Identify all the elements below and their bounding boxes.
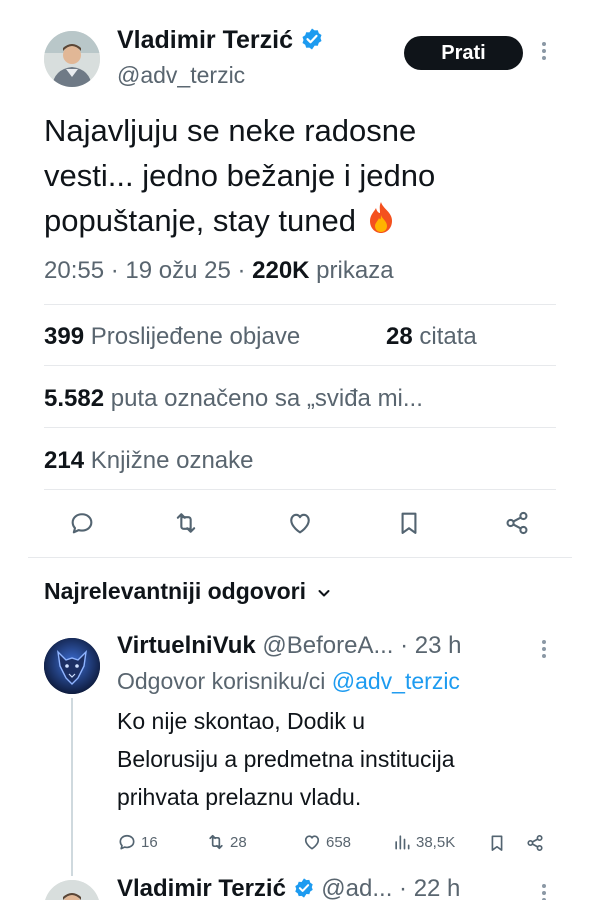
tweet-text-line: Najavljuju se neke radosne: [44, 113, 417, 148]
reply-thread-line: [71, 698, 73, 876]
replying-prefix: Odgovor korisniku/ci: [117, 668, 332, 694]
author-name-row[interactable]: Vladimir Terzić: [117, 24, 324, 56]
next-reply-handle-time[interactable]: @ad... · 22 h: [321, 875, 460, 900]
reposts-label: Proslijeđene objave: [84, 323, 301, 350]
likes-count: 5.582: [44, 385, 105, 412]
reply-bookmark-button[interactable]: [486, 832, 508, 854]
verified-badge-icon: [294, 878, 313, 898]
replying-to: Odgovor korisniku/ci @adv_terzic: [117, 666, 460, 696]
bookmark-icon: [491, 835, 503, 851]
tweet-text-line-3: popuštanje, stay tuned: [44, 198, 435, 246]
replying-handle-link[interactable]: @adv_terzic: [332, 668, 460, 694]
views-label: prikaza: [309, 257, 394, 284]
reply-button[interactable]: [66, 507, 98, 539]
reply-repost-button[interactable]: 28: [206, 832, 247, 852]
next-reply-more-options-icon[interactable]: [541, 884, 547, 900]
reply-handle-time[interactable]: @BeforeA... · 23 h: [262, 632, 461, 659]
reply-icon: [119, 834, 135, 850]
tweet-text-line: vesti... jedno bežanje i jedno: [44, 158, 436, 193]
person-avatar-icon: [44, 880, 100, 900]
verified-badge-icon: [302, 28, 322, 50]
reply-icon: [71, 513, 93, 534]
replies-sort-label: Najrelevantniji odgovori: [44, 578, 306, 604]
reposts-stat[interactable]: 399 Proslijeđene objave: [44, 322, 300, 352]
reply-views-button[interactable]: 38,5K: [392, 832, 455, 852]
divider: [44, 427, 556, 428]
bookmark-icon: [401, 512, 417, 534]
chevron-down-icon: [318, 589, 330, 597]
reply-reply-button[interactable]: 16: [117, 832, 158, 852]
tweet-timestamp[interactable]: 20:55 · 19 ožu 25 ·: [44, 257, 252, 284]
reply-more-options-icon[interactable]: [541, 640, 547, 661]
like-icon: [290, 513, 310, 534]
like-icon: [304, 835, 320, 850]
person-avatar-icon: [44, 31, 100, 87]
divider: [44, 304, 556, 305]
quotes-label: citata: [412, 323, 477, 350]
divider: [28, 557, 572, 558]
author-avatar[interactable]: [44, 31, 100, 87]
divider: [44, 365, 556, 366]
fire-emoji-icon: [365, 200, 397, 246]
likes-stat[interactable]: 5.582 puta označeno sa „sviđa mi...: [44, 384, 423, 414]
bookmarks-label: Knjižne oznake: [84, 447, 254, 474]
author-name[interactable]: Vladimir Terzić: [117, 26, 293, 54]
reply-like-button[interactable]: 658: [302, 832, 351, 852]
reply-author-avatar[interactable]: [44, 638, 100, 694]
quotes-count: 28: [386, 323, 413, 350]
reply-share-button[interactable]: [524, 832, 546, 854]
share-icon: [506, 511, 528, 535]
follow-button[interactable]: Prati: [404, 36, 523, 70]
reply-reply-count: 16: [141, 833, 158, 851]
views-chart-icon: [395, 835, 410, 850]
reposts-count: 399: [44, 323, 85, 350]
share-button[interactable]: [501, 507, 533, 539]
reply-like-count: 658: [326, 833, 352, 851]
repost-button[interactable]: [170, 507, 202, 539]
reply-text-line: Belorusiju a predmetna institucija: [117, 746, 455, 772]
reply-text-line: prihvata prelaznu vladu.: [117, 784, 362, 810]
divider: [44, 489, 556, 490]
reply-text-line: Ko nije skontao, Dodik u: [117, 708, 366, 734]
more-options-icon[interactable]: [541, 42, 547, 63]
reply-text: Ko nije skontao, Dodik u Belorusiju a pr…: [117, 702, 455, 816]
views-count: 220K: [252, 257, 310, 284]
reply-repost-count: 28: [230, 833, 247, 851]
tweet-text: Najavljuju se neke radosne vesti... jedn…: [44, 108, 435, 246]
next-reply-header: Vladimir Terzić @ad... · 22 h: [117, 874, 460, 900]
share-icon: [527, 835, 543, 851]
replies-sort-dropdown[interactable]: Najrelevantniji odgovori: [44, 576, 332, 606]
repost-icon: [209, 834, 223, 850]
author-handle[interactable]: @adv_terzic: [117, 60, 245, 90]
wolf-avatar-icon: [44, 638, 100, 694]
next-reply-author-name[interactable]: Vladimir Terzić: [117, 875, 286, 900]
next-reply-author-avatar[interactable]: [44, 880, 100, 900]
like-button[interactable]: [284, 507, 316, 539]
reply-views-count: 38,5K: [416, 833, 456, 851]
bookmark-button[interactable]: [393, 507, 425, 539]
reply-header: VirtuelniVuk @BeforeA... · 23 h: [117, 631, 462, 661]
tweet-meta: 20:55 · 19 ožu 25 · 220K prikaza: [44, 256, 394, 286]
reply-author-name[interactable]: VirtuelniVuk: [117, 632, 256, 659]
likes-label: puta označeno sa „sviđa mi...: [104, 385, 423, 412]
repost-icon: [176, 513, 196, 533]
quotes-stat[interactable]: 28 citata: [386, 322, 477, 352]
bookmarks-count: 214: [44, 447, 85, 474]
bookmarks-stat[interactable]: 214 Knjižne oznake: [44, 446, 254, 476]
